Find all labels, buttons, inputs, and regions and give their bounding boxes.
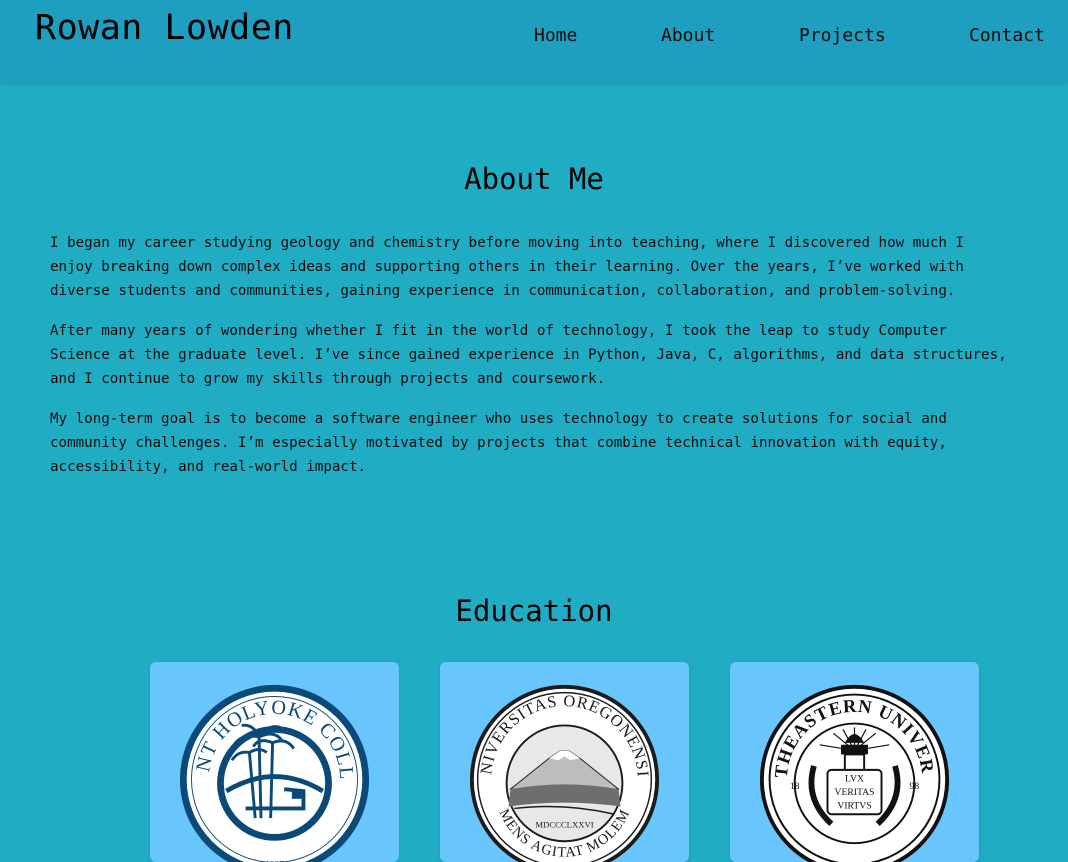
nav-projects-link[interactable]: Projects [799, 25, 886, 46]
seal-motto-line-2: VERITAS [835, 787, 875, 798]
education-heading: Education [455, 594, 613, 628]
about-paragraph-2: After many years of wondering whether I … [50, 323, 1007, 387]
about-heading: About Me [464, 162, 604, 196]
seal-motto-line-3: VIRTVS [837, 800, 871, 811]
education-card-northeastern: NORTHEASTERN UNIVERSITY LVX VERITAS VIRT… [730, 662, 979, 862]
site-header: Rowan Lowden Home About Projects Contact [0, 0, 1068, 83]
mount-holyoke-seal-icon: MOUNT HOLYOKE COLLEGE 1837 [178, 683, 370, 862]
seal-year: MDCCCLXXVI [535, 820, 593, 830]
nav-about-link[interactable]: About [661, 25, 715, 46]
seal-motto-line-1: LVX [845, 773, 864, 784]
nav-home-link[interactable]: Home [534, 25, 577, 46]
education-card-mount-holyoke: MOUNT HOLYOKE COLLEGE 1837 [150, 662, 399, 862]
northeastern-seal-icon: NORTHEASTERN UNIVERSITY LVX VERITAS VIRT… [758, 683, 950, 862]
nav-contact-link[interactable]: Contact [969, 25, 1045, 46]
education-card-oregon: UNIVERSITAS OREGONENSIS MENS AGITAT MOLE… [440, 662, 689, 862]
site-brand[interactable]: Rowan Lowden [35, 8, 294, 48]
university-of-oregon-seal-icon: UNIVERSITAS OREGONENSIS MENS AGITAT MOLE… [468, 683, 660, 862]
seal-year-left: 18 [790, 781, 800, 792]
about-paragraph-3: My long-term goal is to become a softwar… [50, 411, 947, 475]
about-paragraph-1: I began my career studying geology and c… [50, 235, 964, 299]
seal-year-right: 98 [910, 781, 920, 792]
